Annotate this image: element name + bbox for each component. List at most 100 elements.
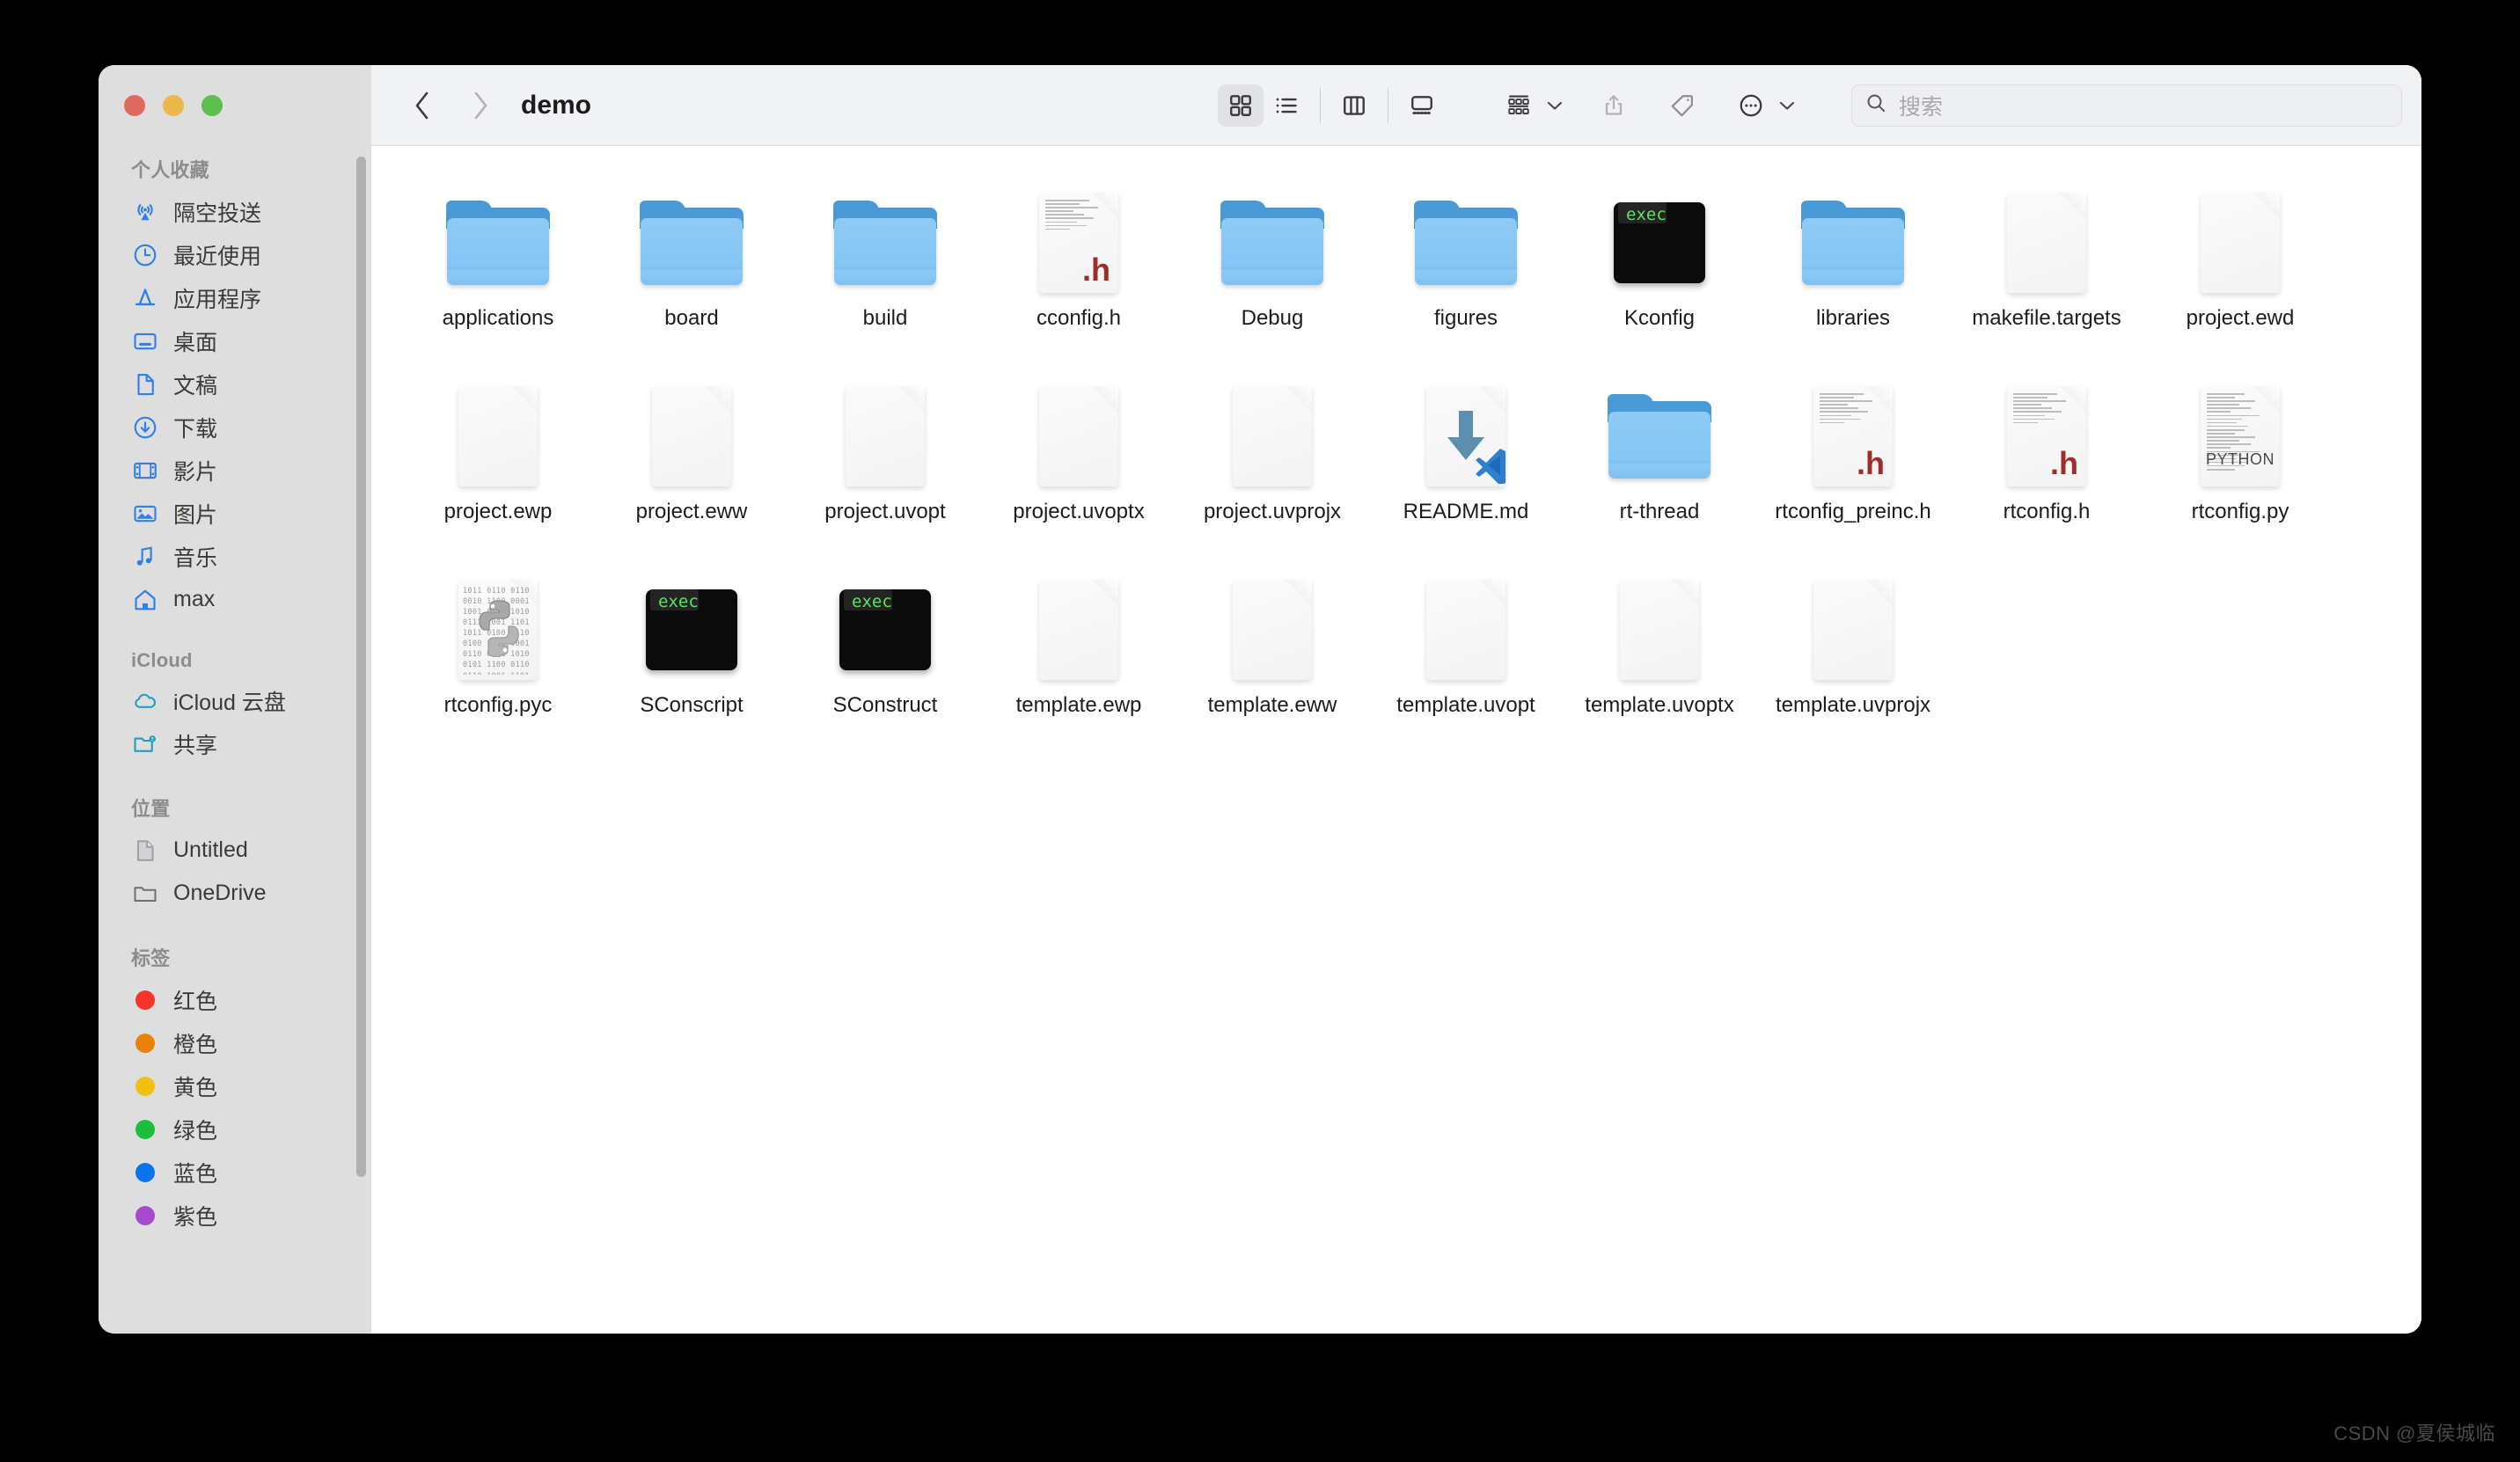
- document-icon: [2201, 193, 2280, 293]
- photos-icon: [131, 500, 159, 528]
- file-icon: [440, 378, 556, 494]
- file-item[interactable]: libraries: [1756, 185, 1950, 378]
- file-item[interactable]: project.ewd: [2143, 185, 2337, 378]
- sidebar-item-pictures[interactable]: 图片: [99, 492, 371, 535]
- sidebar-item-untitled[interactable]: Untitled: [99, 829, 371, 872]
- file-item[interactable]: execSConstruct: [788, 572, 982, 765]
- file-item[interactable]: project.ewp: [401, 378, 595, 572]
- file-item[interactable]: template.uvopt: [1369, 572, 1563, 765]
- file-label: rtconfig.py: [2192, 500, 2289, 525]
- sidebar-item-label: OneDrive: [173, 881, 267, 906]
- search-field[interactable]: 搜索: [1851, 84, 2402, 127]
- more-button[interactable]: [1728, 84, 1774, 127]
- zoom-button[interactable]: [201, 95, 223, 116]
- sidebar-item-label: Untitled: [173, 837, 248, 863]
- folder-icon: [833, 201, 937, 285]
- back-button[interactable]: [401, 84, 443, 127]
- group-by-chevron-down-icon[interactable]: [1542, 99, 1568, 112]
- folder-icon: [1414, 201, 1518, 285]
- sidebar-item-documents[interactable]: 文稿: [99, 362, 371, 406]
- file-item[interactable]: execSConscript: [595, 572, 788, 765]
- sidebar-item-recents[interactable]: 最近使用: [99, 233, 371, 276]
- file-item[interactable]: .hrtconfig.h: [1950, 378, 2143, 572]
- file-item[interactable]: project.uvoptx: [982, 378, 1176, 572]
- sidebar-item-music[interactable]: 音乐: [99, 535, 371, 578]
- sidebar-item-downloads[interactable]: 下载: [99, 406, 371, 449]
- tags-button[interactable]: [1659, 84, 1705, 127]
- document-icon: [2007, 193, 2086, 293]
- sidebar-section-locations-title: 位置: [99, 785, 371, 829]
- file-label: template.uvoptx: [1585, 693, 1733, 719]
- file-icon: PYTHON: [2182, 378, 2298, 494]
- sidebar-item-tag-green[interactable]: 绿色: [99, 1107, 371, 1151]
- sidebar-item-tag-blue[interactable]: 蓝色: [99, 1151, 371, 1194]
- file-icon: [1214, 185, 1330, 301]
- file-item[interactable]: template.eww: [1176, 572, 1369, 765]
- column-view-button[interactable]: [1331, 84, 1377, 127]
- file-icon: [827, 378, 943, 494]
- more-chevron-down-icon[interactable]: [1774, 99, 1800, 112]
- minimize-button[interactable]: [163, 95, 184, 116]
- sidebar-item-icloud-drive[interactable]: iCloud 云盘: [99, 679, 371, 722]
- sidebar-item-applications[interactable]: 应用程序: [99, 276, 371, 319]
- file-icon: exec: [634, 572, 750, 688]
- sidebar-scrollbar[interactable]: [356, 157, 366, 1177]
- file-icon: [1408, 572, 1524, 688]
- file-item[interactable]: 1011 0110 01100010 1100 00011001 0110 10…: [401, 572, 595, 765]
- document-icon: [458, 386, 538, 486]
- file-item[interactable]: build: [788, 185, 982, 378]
- document-icon: [131, 370, 159, 398]
- file-label: template.uvprojx: [1776, 693, 1930, 719]
- search-input[interactable]: 搜索: [1899, 90, 1943, 121]
- file-item[interactable]: template.uvprojx: [1756, 572, 1950, 765]
- sidebar-item-desktop[interactable]: 桌面: [99, 319, 371, 362]
- group-by-button[interactable]: [1496, 84, 1542, 127]
- share-button[interactable]: [1591, 84, 1637, 127]
- document-icon: [1039, 580, 1118, 680]
- file-item[interactable]: rt-thread: [1563, 378, 1756, 572]
- file-item[interactable]: Debug: [1176, 185, 1369, 378]
- forward-button[interactable]: [459, 84, 502, 127]
- file-label: figures: [1434, 306, 1498, 332]
- icon-view-button[interactable]: [1218, 84, 1264, 127]
- search-icon: [1864, 91, 1887, 119]
- sidebar-item-shared[interactable]: 共享: [99, 722, 371, 765]
- sidebar-item-movies[interactable]: 影片: [99, 449, 371, 492]
- python-compiled-icon: 1011 0110 01100010 1100 00011001 0110 10…: [458, 580, 538, 680]
- gallery-view-button[interactable]: [1399, 84, 1445, 127]
- sidebar-item-label: 紫色: [173, 1200, 217, 1232]
- file-item[interactable]: template.ewp: [982, 572, 1176, 765]
- file-item[interactable]: template.uvoptx: [1563, 572, 1756, 765]
- file-item[interactable]: project.uvprojx: [1176, 378, 1369, 572]
- sidebar-item-airdrop[interactable]: 隔空投送: [99, 190, 371, 233]
- sidebar-item-tag-yellow[interactable]: 黄色: [99, 1064, 371, 1107]
- sidebar-item-home[interactable]: max: [99, 578, 371, 621]
- file-item[interactable]: .hrtconfig_preinc.h: [1756, 378, 1950, 572]
- file-item[interactable]: board: [595, 185, 788, 378]
- file-item[interactable]: figures: [1369, 185, 1563, 378]
- airdrop-icon: [131, 198, 159, 226]
- file-icon: [1989, 185, 2105, 301]
- file-item[interactable]: makefile.targets: [1950, 185, 2143, 378]
- sidebar-item-tag-red[interactable]: 红色: [99, 978, 371, 1021]
- download-icon: [131, 413, 159, 442]
- file-item[interactable]: PYTHON rtconfig.py: [2143, 378, 2337, 572]
- file-item[interactable]: .hcconfig.h: [982, 185, 1176, 378]
- sidebar-item-onedrive[interactable]: OneDrive: [99, 872, 371, 915]
- file-icon: [1795, 185, 1911, 301]
- list-view-button[interactable]: [1264, 84, 1309, 127]
- document-icon: [846, 386, 925, 486]
- header-file-icon: .h: [1813, 386, 1893, 486]
- close-button[interactable]: [124, 95, 145, 116]
- file-item[interactable]: project.uvopt: [788, 378, 982, 572]
- file-item[interactable]: applications: [401, 185, 595, 378]
- file-item[interactable]: README.md: [1369, 378, 1563, 572]
- file-item[interactable]: project.eww: [595, 378, 788, 572]
- toolbar-separator: [1320, 88, 1321, 123]
- sidebar-item-tag-purple[interactable]: 紫色: [99, 1194, 371, 1237]
- file-item[interactable]: execKconfig: [1563, 185, 1756, 378]
- tag-dot-icon: [131, 1072, 159, 1100]
- file-icon: [1601, 572, 1718, 688]
- sidebar-item-tag-orange[interactable]: 橙色: [99, 1021, 371, 1064]
- file-label: project.ewd: [2187, 306, 2295, 332]
